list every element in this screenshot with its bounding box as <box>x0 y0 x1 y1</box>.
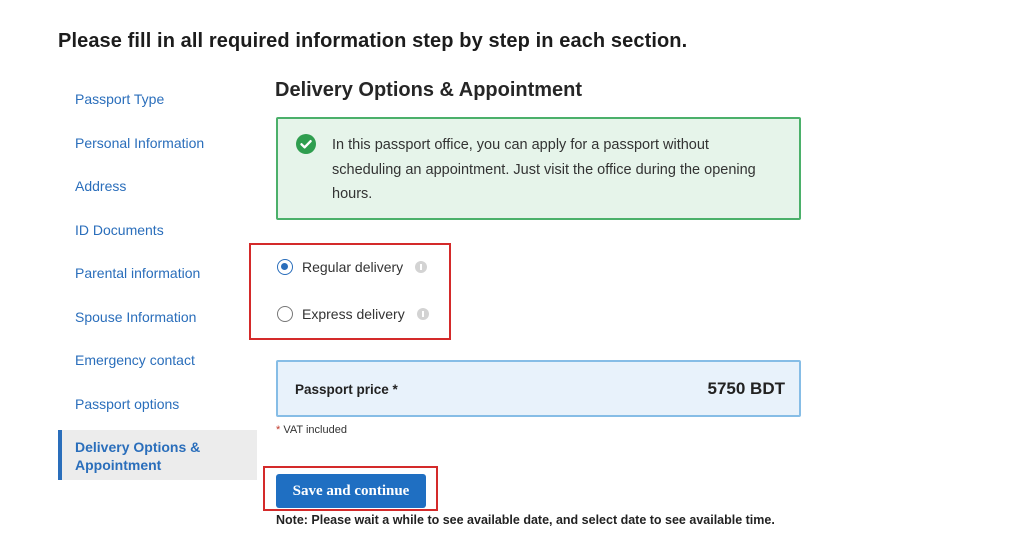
sidebar-item-id-documents[interactable]: ID Documents <box>58 209 258 253</box>
save-continue-button[interactable]: Save and continue <box>276 474 426 508</box>
sidebar-item-delivery-options[interactable]: Delivery Options & Appointment <box>58 430 257 480</box>
page-heading: Please fill in all required information … <box>58 30 688 52</box>
express-delivery-radio[interactable] <box>277 306 293 322</box>
info-icon[interactable] <box>416 308 429 320</box>
sidebar-item-passport-options[interactable]: Passport options <box>58 383 258 427</box>
page: Please fill in all required information … <box>0 0 1024 560</box>
info-alert: In this passport office, you can apply f… <box>276 117 801 220</box>
section-title: Delivery Options & Appointment <box>275 79 583 101</box>
info-icon[interactable] <box>415 261 428 273</box>
vat-note: * VAT included <box>276 424 347 436</box>
vat-text: VAT included <box>280 424 347 436</box>
express-delivery-option[interactable]: Express delivery <box>277 306 429 322</box>
express-delivery-label: Express delivery <box>302 306 405 322</box>
check-circle-icon <box>296 134 316 154</box>
price-value: 5750 BDT <box>707 379 785 398</box>
sidebar-nav: Passport Type Personal Information Addre… <box>58 78 258 480</box>
delivery-options-group: Regular delivery Express delivery <box>249 243 451 340</box>
regular-delivery-option[interactable]: Regular delivery <box>277 259 428 275</box>
price-label: Passport price * <box>295 382 398 397</box>
regular-delivery-radio[interactable] <box>277 259 293 275</box>
footer-note: Note: Please wait a while to see availab… <box>276 513 775 527</box>
sidebar-item-personal-information[interactable]: Personal Information <box>58 122 258 166</box>
sidebar-item-parental-information[interactable]: Parental information <box>58 252 258 296</box>
sidebar-item-address[interactable]: Address <box>58 165 258 209</box>
sidebar-item-passport-type[interactable]: Passport Type <box>58 78 258 122</box>
sidebar-item-emergency-contact[interactable]: Emergency contact <box>58 339 258 383</box>
regular-delivery-label: Regular delivery <box>302 259 404 275</box>
passport-price-box: Passport price * 5750 BDT <box>276 360 801 417</box>
sidebar-item-spouse-information[interactable]: Spouse Information <box>58 296 258 340</box>
info-text: In this passport office, you can apply f… <box>332 137 756 202</box>
